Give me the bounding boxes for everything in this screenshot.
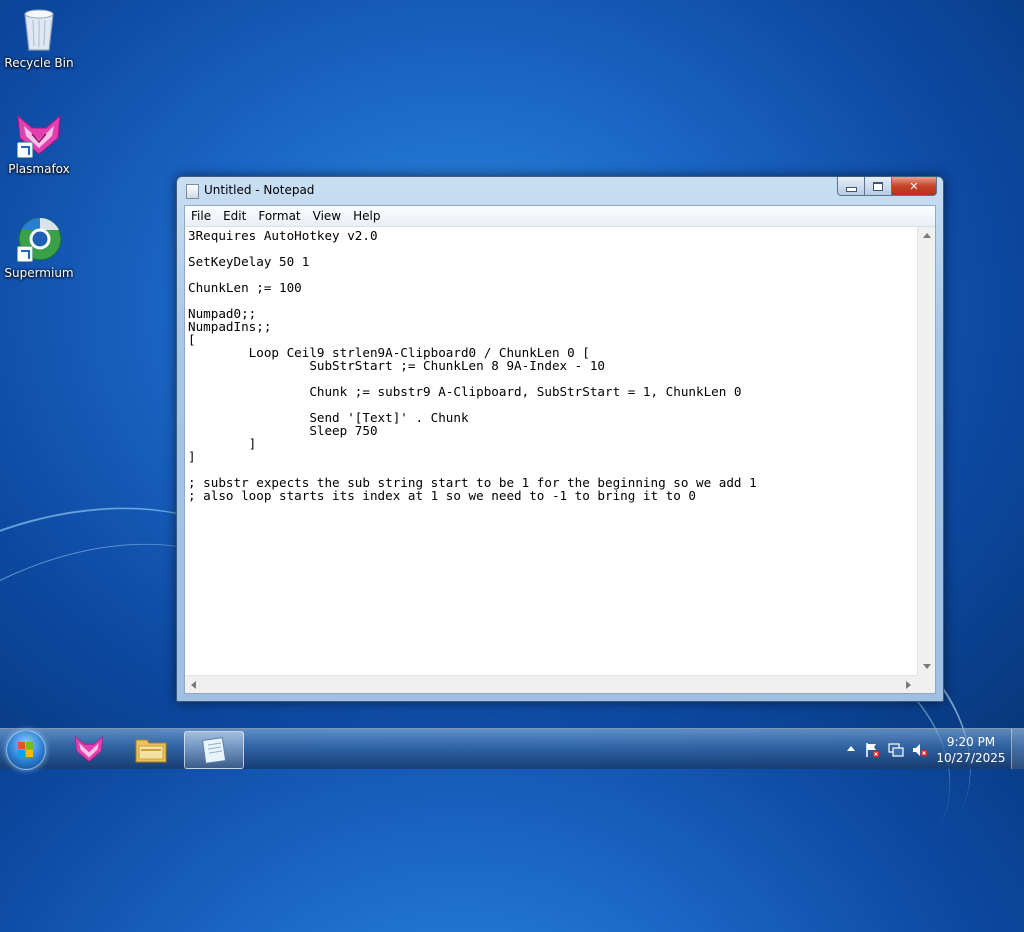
plasmafox-icon (17, 112, 61, 158)
desktop-icon-label: Recycle Bin (4, 56, 74, 70)
taskbar-file-explorer[interactable] (122, 731, 180, 767)
clock[interactable]: 9:20 PM 10/27/2025 (932, 734, 1010, 766)
scroll-left-icon[interactable] (191, 681, 196, 689)
minimize-icon (845, 186, 857, 192)
menu-bar: File Edit Format View Help (185, 206, 935, 227)
minimize-button[interactable] (837, 177, 865, 196)
desktop-icon-label: Plasmafox (8, 162, 70, 176)
horizontal-scrollbar[interactable] (185, 675, 917, 693)
system-tray: 9:20 PM 10/27/2025 (844, 729, 1024, 769)
desktop-icon-recycle-bin[interactable]: Recycle Bin (1, 6, 77, 70)
menu-view[interactable]: View (307, 206, 347, 226)
notepad-icon (186, 184, 199, 199)
plasmafox-icon (74, 735, 104, 762)
close-icon: ✕ (909, 179, 919, 193)
recycle-bin-icon (17, 6, 61, 51)
clock-date: 10/27/2025 (936, 751, 1006, 765)
windows-logo-icon (18, 742, 34, 758)
size-grip[interactable] (917, 675, 935, 693)
scroll-down-icon[interactable] (923, 664, 931, 669)
maximize-icon (873, 181, 883, 191)
show-hidden-icons-arrow[interactable] (847, 746, 855, 751)
show-desktop-button[interactable] (1011, 729, 1024, 769)
close-button[interactable]: ✕ (892, 177, 937, 196)
vertical-scrollbar[interactable] (917, 227, 935, 675)
editor-content[interactable]: 3Requires AutoHotkey v2.0 SetKeyDelay 50… (185, 227, 917, 504)
supermium-icon (17, 216, 62, 262)
notepad-client-area: File Edit Format View Help 3Requires Aut… (184, 205, 936, 694)
window-title: Untitled - Notepad (204, 183, 315, 197)
menu-file[interactable]: File (185, 206, 217, 226)
notepad-icon (202, 737, 227, 764)
network-icon[interactable] (888, 742, 904, 757)
desktop-icon-supermium[interactable]: Supermium (1, 216, 77, 280)
start-button[interactable] (6, 730, 46, 770)
taskbar-plasmafox[interactable] (60, 731, 118, 767)
menu-edit[interactable]: Edit (217, 206, 252, 226)
title-bar[interactable]: Untitled - Notepad ✕ (177, 177, 943, 203)
action-center-flag-icon[interactable] (864, 742, 880, 758)
caption-buttons: ✕ (837, 177, 937, 197)
scroll-right-icon[interactable] (906, 681, 911, 689)
file-explorer-icon (135, 739, 167, 763)
taskbar: 9:20 PM 10/27/2025 (0, 728, 1024, 770)
menu-help[interactable]: Help (347, 206, 386, 226)
shortcut-arrow-icon (17, 246, 33, 262)
volume-muted-icon[interactable] (912, 742, 928, 757)
shortcut-arrow-icon (17, 142, 33, 158)
text-editor[interactable]: 3Requires AutoHotkey v2.0 SetKeyDelay 50… (185, 227, 917, 675)
desktop-icon-label: Supermium (4, 266, 74, 280)
menu-format[interactable]: Format (252, 206, 306, 226)
desktop-icon-plasmafox[interactable]: Plasmafox (1, 112, 77, 176)
notepad-window[interactable]: Untitled - Notepad ✕ File Edit Format Vi… (176, 176, 944, 702)
taskbar-notepad[interactable] (184, 731, 244, 769)
scroll-up-icon[interactable] (923, 233, 931, 238)
maximize-button[interactable] (865, 177, 892, 196)
clock-time: 9:20 PM (946, 735, 996, 749)
